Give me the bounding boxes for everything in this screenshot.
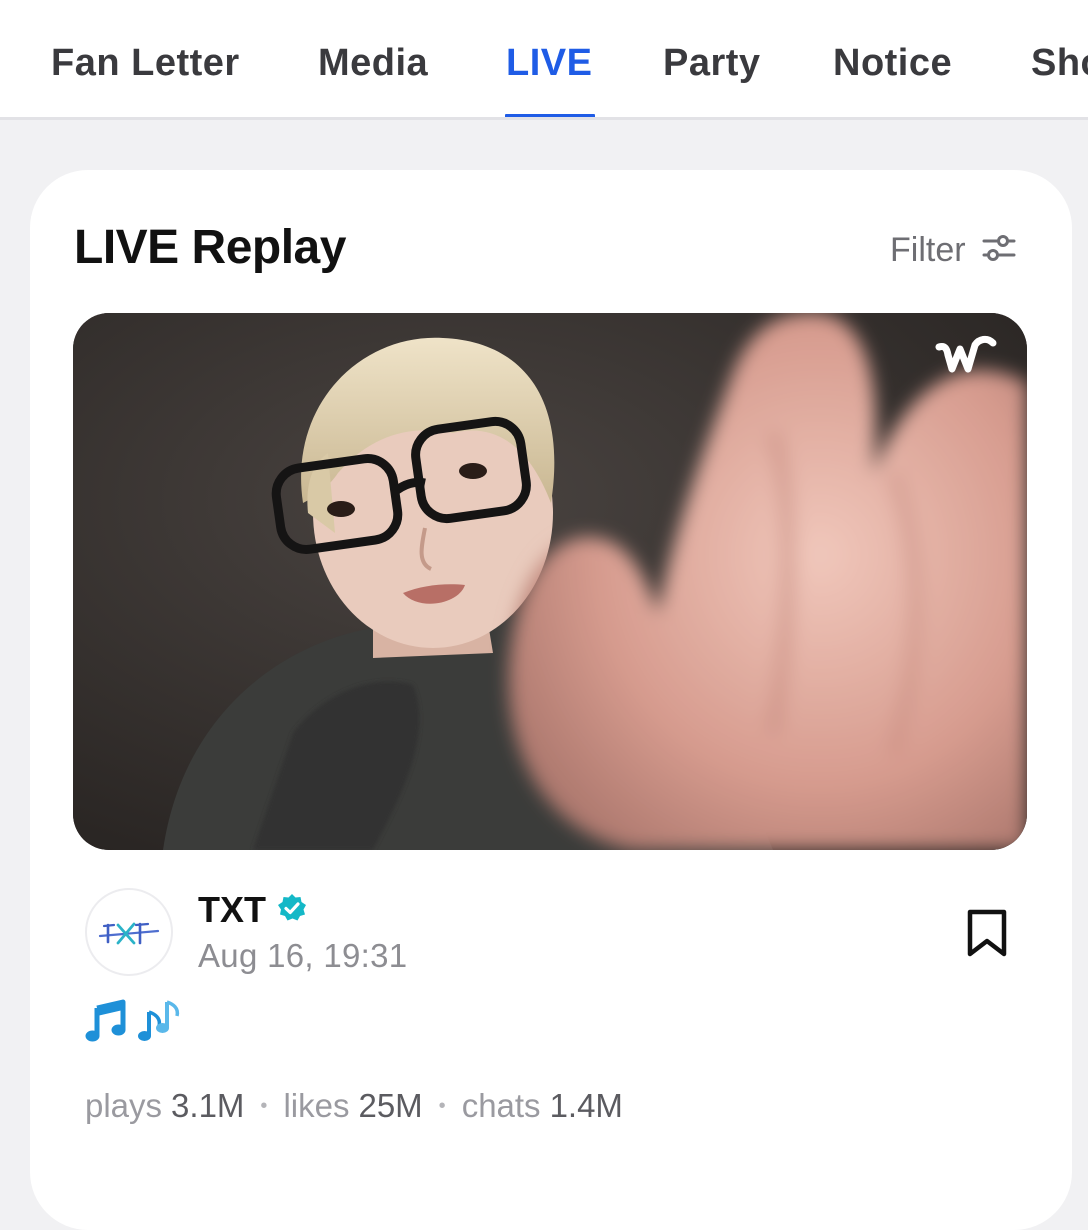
verified-badge-icon <box>276 892 308 929</box>
author-name[interactable]: TXT <box>198 888 266 932</box>
plays-count: 3.1M <box>171 1087 245 1124</box>
live-replay-thumbnail[interactable] <box>73 313 1027 850</box>
chats-label: chats <box>461 1087 541 1124</box>
avatar[interactable] <box>85 888 173 976</box>
likes-count: 25M <box>358 1087 423 1124</box>
tab-media[interactable]: Media <box>318 40 428 86</box>
tab-fan-letter[interactable]: Fan Letter <box>51 40 240 86</box>
filter-label: Filter <box>890 231 966 269</box>
author-row: TXT <box>198 888 308 932</box>
tab-live[interactable]: LIVE <box>506 40 592 86</box>
stat-separator: • <box>260 1095 268 1117</box>
chats-count: 1.4M <box>549 1087 623 1124</box>
section-title: LIVE Replay <box>74 221 346 274</box>
musical-note-icon <box>85 998 129 1049</box>
post-stats: plays 3.1M • likes 25M • chats 1.4M <box>85 1086 623 1126</box>
post-text <box>85 998 185 1048</box>
musical-notes-icon <box>135 998 185 1049</box>
likes-label: likes <box>283 1087 350 1124</box>
stat-separator: • <box>438 1095 446 1117</box>
post-date: Aug 16, 19:31 <box>198 937 408 974</box>
filter-button[interactable]: Filter <box>890 228 1016 272</box>
tab-notice[interactable]: Notice <box>833 40 952 86</box>
active-tab-indicator <box>505 114 595 117</box>
tab-bar: Fan Letter Media LIVE Party Notice Sho <box>0 0 1088 120</box>
weverse-w-logo-icon <box>935 335 997 375</box>
bookmark-icon[interactable] <box>965 908 1009 963</box>
thumbnail-illustration <box>73 313 1027 850</box>
txt-logo-icon <box>98 922 160 945</box>
plays-label: plays <box>85 1087 163 1124</box>
tab-shop[interactable]: Sho <box>1031 40 1088 86</box>
live-replay-card: LIVE Replay Filter TXT Aug 16, 19:31 pla… <box>30 170 1072 1230</box>
sliders-icon <box>982 234 1016 267</box>
tab-party[interactable]: Party <box>663 40 761 86</box>
